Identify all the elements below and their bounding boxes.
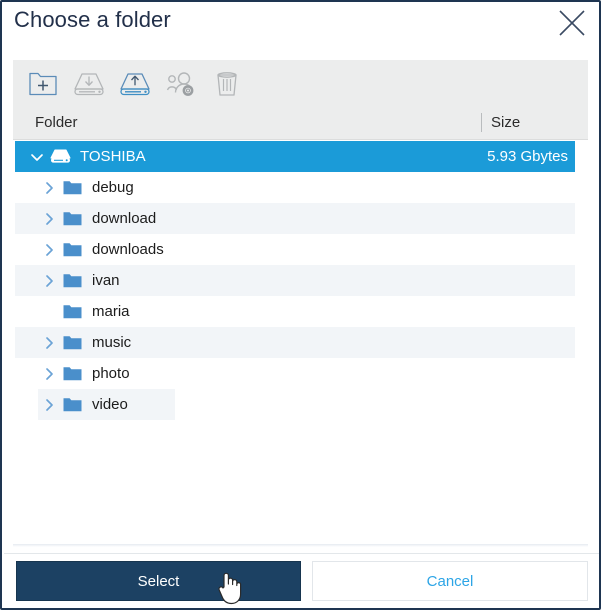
tree-row-label: debug xyxy=(92,179,134,196)
tree-row[interactable]: photo xyxy=(4,358,599,389)
delete-button[interactable] xyxy=(210,67,244,101)
cancel-button[interactable]: Cancel xyxy=(312,561,588,601)
chevron-right-icon[interactable] xyxy=(38,389,60,420)
manage-users-button[interactable] xyxy=(164,67,198,101)
tree-row[interactable]: music xyxy=(4,327,599,358)
dialog-title: Choose a folder xyxy=(14,7,171,32)
tree-row-label: maria xyxy=(92,303,130,320)
row-content: TOSHIBA 5.93 Gbytes xyxy=(4,141,599,172)
tree-row[interactable]: video xyxy=(4,389,599,420)
footer-shadow xyxy=(13,544,588,547)
row-content: debug xyxy=(4,172,599,203)
row-content: downloads xyxy=(4,234,599,265)
chevron-right-icon[interactable] xyxy=(38,234,60,265)
new-folder-button[interactable] xyxy=(26,67,60,101)
tree-row[interactable]: downloads xyxy=(4,234,599,265)
tree-row[interactable]: ivan xyxy=(4,265,599,296)
column-header: Folder Size xyxy=(13,107,588,140)
unmount-drive-button[interactable] xyxy=(118,67,152,101)
dialog-footer: Select Cancel xyxy=(4,554,599,608)
toolbar xyxy=(13,60,588,107)
folder-icon xyxy=(60,327,84,358)
folder-icon xyxy=(60,358,84,389)
chevron-right-icon[interactable] xyxy=(38,172,60,203)
folder-plus-icon xyxy=(29,72,57,95)
tree-row[interactable]: TOSHIBA 5.93 Gbytes xyxy=(4,141,599,172)
chevron-right-icon[interactable] xyxy=(38,203,60,234)
tree-row[interactable]: download xyxy=(4,203,599,234)
row-content: music xyxy=(4,327,599,358)
row-content: maria xyxy=(4,296,599,327)
row-content: download xyxy=(4,203,599,234)
tree-row-label: ivan xyxy=(92,272,120,289)
users-gear-icon xyxy=(166,71,194,96)
tree-row[interactable]: maria xyxy=(4,296,599,327)
drive-download-icon xyxy=(74,72,104,95)
tree-row-label: downloads xyxy=(92,241,164,258)
folder-tree: TOSHIBA 5.93 Gbytes debug download downloads… xyxy=(4,141,599,420)
column-header-folder[interactable]: Folder xyxy=(35,114,78,131)
choose-folder-dialog: Choose a folder Folder Size TOSHIBA 5.93… xyxy=(0,0,601,610)
tree-row-label: video xyxy=(92,396,128,413)
row-content: photo xyxy=(4,358,599,389)
folder-icon xyxy=(60,389,84,420)
chevron-right-icon[interactable] xyxy=(38,265,60,296)
tree-row-label: TOSHIBA xyxy=(80,148,146,165)
hard-drive-icon xyxy=(48,141,72,172)
chevron-down-icon[interactable] xyxy=(26,141,48,172)
folder-icon xyxy=(60,172,84,203)
row-content: video xyxy=(4,389,599,420)
trash-icon xyxy=(217,71,237,96)
column-divider[interactable] xyxy=(481,113,482,132)
tree-row-label: photo xyxy=(92,365,130,382)
select-button[interactable]: Select xyxy=(16,561,301,601)
folder-icon xyxy=(60,296,84,327)
column-header-size[interactable]: Size xyxy=(491,114,520,131)
chevron-right-icon[interactable] xyxy=(38,327,60,358)
folder-icon xyxy=(60,203,84,234)
folder-icon xyxy=(60,234,84,265)
tree-row[interactable]: debug xyxy=(4,172,599,203)
chevron-right-icon[interactable] xyxy=(38,358,60,389)
dialog-titlebar: Choose a folder xyxy=(2,2,599,48)
row-content: ivan xyxy=(4,265,599,296)
folder-icon xyxy=(60,265,84,296)
tree-row-label: download xyxy=(92,210,157,227)
folder-tree-scroll-area[interactable]: TOSHIBA 5.93 Gbytes debug download downloads… xyxy=(4,141,599,546)
tree-row-label: music xyxy=(92,334,132,351)
tree-row-size: 5.93 Gbytes xyxy=(487,148,568,165)
mount-drive-button[interactable] xyxy=(72,67,106,101)
drive-upload-icon xyxy=(120,72,150,95)
close-icon[interactable] xyxy=(553,4,591,42)
